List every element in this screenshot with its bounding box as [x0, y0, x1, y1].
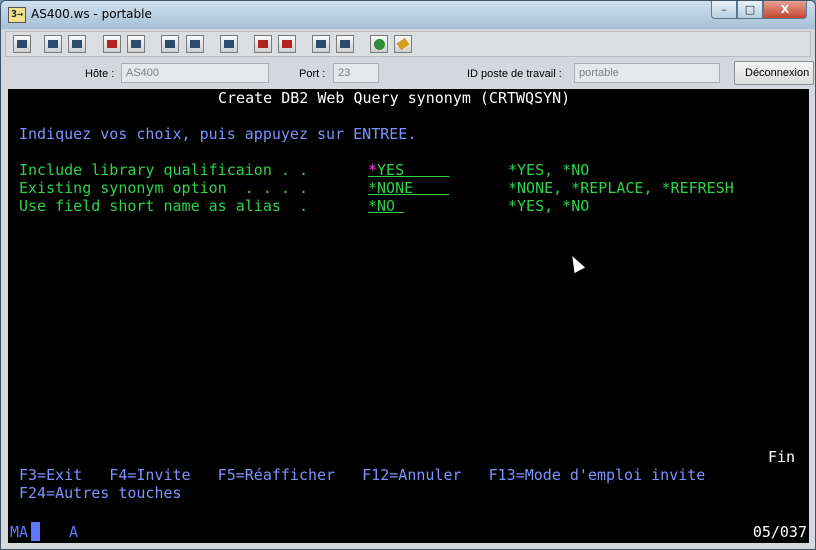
instruction-text: Indiquez vos choix, puis appuyez sur ENT… [19, 125, 417, 143]
input-cursor: * [368, 161, 378, 179]
param-choices-library-qualification: *YES, *NO [508, 161, 590, 179]
display-icon[interactable] [161, 35, 179, 53]
app-window: 3→ AS400.ws - portable – □ X Hôte : AS40… [0, 0, 816, 550]
screen-title: Create DB2 Web Query synonym (CRTWQSYN) [218, 89, 571, 107]
receive-icon[interactable] [127, 35, 145, 53]
param-choices-existing-synonym: *NONE, *REPLACE, *REFRESH [508, 179, 734, 197]
param-label-short-name-alias: Use field short name as alias . [19, 197, 308, 215]
globe-icon[interactable] [370, 35, 388, 53]
help-icon[interactable] [394, 35, 412, 53]
workstation-id-label: ID poste de travail : [467, 68, 562, 80]
function-keys-line1: F3=Exit F4=Invite F5=Réafficher F12=Annu… [19, 466, 706, 484]
param-label-library-qualification: Include library qualificaion . . [19, 161, 308, 179]
terminal-screen[interactable]: Create DB2 Web Query synonym (CRTWQSYN) … [8, 89, 809, 521]
app-icon: 3→ [8, 7, 26, 23]
param-input-library-qualification[interactable]: *YES [368, 161, 449, 179]
param-choices-short-name-alias: *YES, *NO [508, 197, 590, 215]
status-mode: MA [10, 523, 29, 541]
status-line: MA A 05/037 [8, 521, 809, 543]
macro-record-icon[interactable] [278, 35, 296, 53]
macro-play-icon[interactable] [254, 35, 272, 53]
host-label: Hôte : [85, 68, 115, 80]
param-input-existing-synonym[interactable]: *NONE [368, 179, 449, 197]
connection-bar: Hôte : AS400 Port : 23 ID poste de trava… [5, 58, 814, 88]
send-icon[interactable] [103, 35, 121, 53]
window-title: AS400.ws - portable [31, 7, 152, 21]
paste-icon[interactable] [68, 35, 86, 53]
close-button[interactable]: X [763, 1, 807, 19]
param-input-short-name-alias[interactable]: *NO [368, 197, 404, 215]
macro-pause-icon[interactable] [336, 35, 354, 53]
port-field[interactable]: 23 [333, 63, 379, 83]
display2-icon[interactable] [186, 35, 204, 53]
title-bar[interactable]: 3→ AS400.ws - portable – □ X [1, 1, 815, 29]
host-field[interactable]: AS400 [121, 63, 269, 83]
status-indicator: A [69, 523, 79, 541]
keyboard-icon[interactable] [220, 35, 238, 53]
copy-icon[interactable] [44, 35, 62, 53]
disconnect-button[interactable]: Déconnexion [734, 61, 814, 85]
status-cursor-mark [31, 522, 40, 541]
macro-stop-icon[interactable] [312, 35, 330, 53]
param-label-existing-synonym: Existing synonym option . . . . [19, 179, 308, 197]
workstation-id-field[interactable]: portable [574, 63, 720, 83]
toolbar [5, 31, 811, 57]
print-icon[interactable] [13, 35, 31, 53]
port-label: Port : [299, 68, 326, 80]
minimize-button[interactable]: – [711, 1, 737, 19]
more-indicator: Fin [768, 448, 796, 466]
cursor-position: 05/037 [752, 523, 807, 541]
function-keys-line2: F24=Autres touches [19, 484, 182, 502]
maximize-button[interactable]: □ [737, 1, 763, 19]
